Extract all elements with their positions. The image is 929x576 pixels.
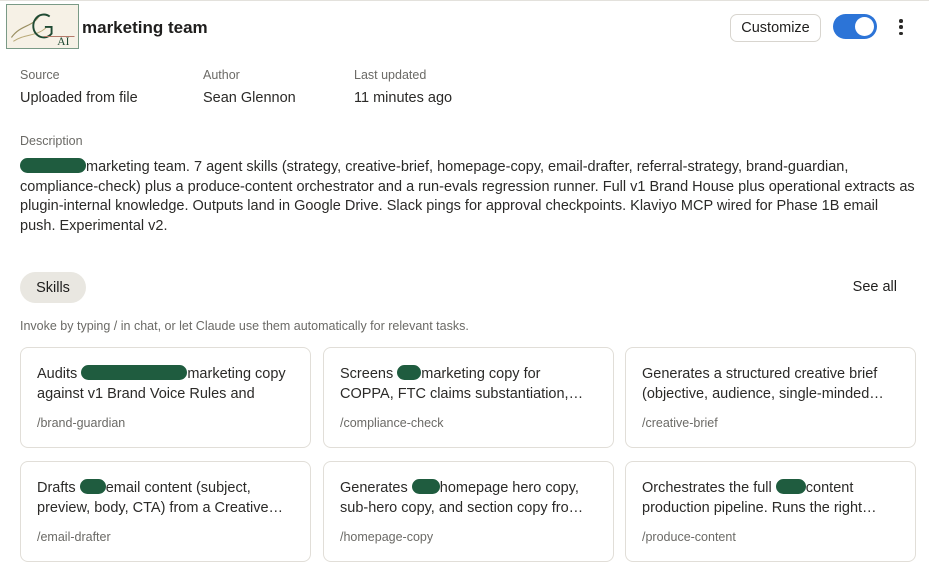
skill-command: /email-drafter <box>37 530 111 544</box>
redacted-name <box>775 479 806 494</box>
skill-description: Orchestrates the full content production… <box>642 479 877 516</box>
logo-mark-icon: AI <box>10 13 75 48</box>
skill-description: Generates homepage hero copy, sub-hero c… <box>340 479 584 516</box>
skill-command: /creative-brief <box>642 416 718 430</box>
skills-hint: Invoke by typing / in chat, or let Claud… <box>20 319 469 333</box>
skill-card-produce-content[interactable]: Orchestrates the full content production… <box>625 461 916 562</box>
source-label: Source <box>20 68 60 82</box>
redacted-name <box>20 158 86 173</box>
source-value: Uploaded from file <box>20 90 138 106</box>
redacted-name <box>411 479 440 494</box>
tab-skills[interactable]: Skills <box>20 272 86 303</box>
description-label: Description <box>20 134 83 148</box>
skill-card-compliance-check[interactable]: Screens marketing copy for COPPA, FTC cl… <box>323 347 614 448</box>
see-all-link[interactable]: See all <box>853 279 897 295</box>
skill-description: Screens marketing copy for COPPA, FTC cl… <box>340 365 584 402</box>
more-options-icon[interactable] <box>893 16 909 38</box>
customize-button[interactable]: Customize <box>730 14 821 42</box>
description-body: marketing team. 7 agent skills (strategy… <box>20 159 915 235</box>
skill-description: Audits marketing copy against v1 Brand V… <box>37 365 286 402</box>
updated-value: 11 minutes ago <box>354 90 453 106</box>
redacted-name <box>81 365 188 380</box>
enable-toggle[interactable] <box>833 14 877 39</box>
updated-label: Last updated <box>354 68 427 82</box>
skill-card-homepage-copy[interactable]: Generates homepage hero copy, sub-hero c… <box>323 461 614 562</box>
skill-card-creative-brief[interactable]: Generates a structured creative brief (o… <box>625 347 916 448</box>
meta-author: Author Sean Glennon <box>203 67 296 107</box>
redacted-name <box>79 479 106 494</box>
meta-source: Source Uploaded from file <box>20 67 138 107</box>
app-logo: AI <box>6 4 79 49</box>
page-title: marketing team <box>82 18 208 37</box>
meta-updated: Last updated 11 minutes ago <box>354 67 452 107</box>
author-value: Sean Glennon <box>203 90 296 106</box>
skill-description: Drafts email content (subject, preview, … <box>37 479 284 516</box>
toggle-knob <box>855 17 874 36</box>
skill-command: /brand-guardian <box>37 416 126 430</box>
description-text: marketing team. 7 agent skills (strategy… <box>20 158 915 237</box>
header-bar: AI marketing team Customize <box>0 1 929 53</box>
skill-command: /homepage-copy <box>340 530 434 544</box>
skill-command: /produce-content <box>642 530 736 544</box>
skill-description: Generates a structured creative brief (o… <box>642 366 884 402</box>
redacted-name <box>397 365 422 380</box>
logo-lettering: AI <box>57 36 69 48</box>
author-label: Author <box>203 68 240 82</box>
skill-card-brand-guardian[interactable]: Audits marketing copy against v1 Brand V… <box>20 347 311 448</box>
skill-card-email-drafter[interactable]: Drafts email content (subject, preview, … <box>20 461 311 562</box>
skill-command: /compliance-check <box>340 416 444 430</box>
